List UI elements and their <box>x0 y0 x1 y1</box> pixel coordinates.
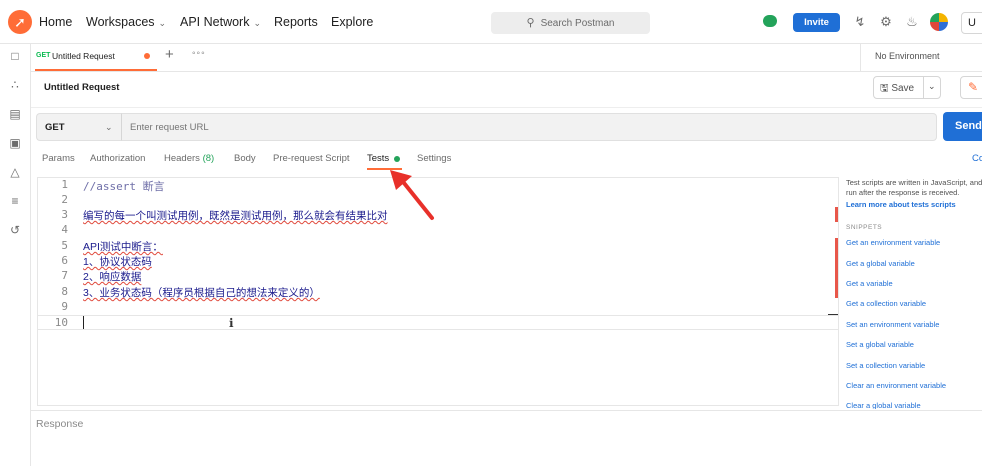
code-line: 2、响应数据 <box>83 271 142 283</box>
line-number: 5 <box>61 239 68 252</box>
error-marker <box>835 207 838 222</box>
tab-body[interactable]: Body <box>234 153 256 164</box>
gear-icon[interactable]: ⚙ <box>878 14 894 30</box>
chevron-down-icon: ⌄ <box>158 18 167 28</box>
postman-logo-icon[interactable]: ➚ <box>8 10 32 34</box>
tab-headers[interactable]: Headers (8) <box>164 153 214 164</box>
tab-tests[interactable]: Tests <box>367 153 389 164</box>
divider <box>31 107 982 108</box>
cookies-link[interactable]: Co <box>972 153 982 164</box>
upgrade-button[interactable]: U <box>961 12 982 34</box>
method-select[interactable]: GET ⌄ <box>36 113 121 141</box>
tab-pre-request-script[interactable]: Pre-request Script <box>273 153 350 164</box>
chevron-down-icon: ⌄ <box>253 18 262 28</box>
environment-select[interactable]: No Environment <box>860 44 982 71</box>
tab-params[interactable]: Params <box>42 153 75 164</box>
cloud-sync-icon[interactable] <box>763 15 777 27</box>
snippet-item[interactable]: Set a collection variable <box>846 361 925 370</box>
history-icon[interactable]: ↺ <box>7 222 23 238</box>
nav-api-network[interactable]: API Network ⌄ <box>180 15 261 29</box>
tab-settings[interactable]: Settings <box>417 153 451 164</box>
line-number: 7 <box>61 269 68 282</box>
line-number: 10 <box>54 316 68 329</box>
chevron-down-icon[interactable]: ⌄ <box>928 81 936 92</box>
code-line: 编写的每一个叫测试用例，既然是测试用例，那么就会有结果比对 <box>83 210 388 222</box>
satellite-icon[interactable]: ↯ <box>852 14 868 30</box>
new-tab-icon[interactable]: + <box>165 46 174 63</box>
collections-icon[interactable]: □ <box>7 48 23 64</box>
line-number: 1 <box>61 178 68 191</box>
chevron-down-icon: ⌄ <box>105 122 113 132</box>
snippets-description: Test scripts are written in JavaScript, … <box>846 178 982 197</box>
tests-status-dot <box>394 156 400 162</box>
apis-icon[interactable]: ∴ <box>7 77 23 93</box>
save-button[interactable]: 🖫 Save ⌄ <box>873 76 941 99</box>
code-line: //assert 断言 <box>83 180 165 193</box>
more-tabs-icon[interactable]: ◦◦◦ <box>192 48 206 59</box>
environments-icon[interactable]: ▤ <box>7 106 23 122</box>
mock-servers-icon[interactable]: ▣ <box>7 135 23 151</box>
line-number: 3 <box>61 208 68 221</box>
headers-count: (8) <box>202 153 215 164</box>
error-marker <box>835 238 838 298</box>
search-bar[interactable]: ⚲ Search Postman <box>491 12 650 34</box>
divider <box>31 410 982 411</box>
snippet-item[interactable]: Set an environment variable <box>846 320 939 329</box>
save-label: 🖫 Save <box>880 83 915 94</box>
line-number: 6 <box>61 254 68 267</box>
url-input[interactable] <box>121 113 937 141</box>
code-line: API测试中断言： <box>83 241 163 253</box>
snippet-item[interactable]: Get a variable <box>846 279 893 288</box>
annotation-arrow-icon <box>390 170 434 220</box>
code-line: 1、协议状态码 <box>83 256 152 268</box>
snippet-item[interactable]: Get a collection variable <box>846 299 926 308</box>
flows-icon[interactable]: ≡ <box>7 193 23 209</box>
unsaved-dot <box>144 53 150 59</box>
snippets-heading: SNIPPETS <box>846 224 883 231</box>
line-number: 9 <box>61 300 68 313</box>
snippet-item[interactable]: Set a global variable <box>846 340 914 349</box>
tab-method: GET <box>36 52 51 59</box>
snippet-item[interactable]: Get a global variable <box>846 259 915 268</box>
request-title[interactable]: Untitled Request <box>44 82 119 93</box>
search-icon: ⚲ <box>526 17 535 29</box>
save-icon: 🖫 <box>880 83 889 94</box>
bell-icon[interactable]: ♨ <box>904 14 920 30</box>
code-line: 3、业务状态码（程序员根据自己的想法来定义的） <box>83 287 320 299</box>
avatar[interactable] <box>930 13 948 31</box>
monitors-icon[interactable]: △ <box>7 164 23 180</box>
tab-authorization[interactable]: Authorization <box>90 153 145 164</box>
line-number: 8 <box>61 285 68 298</box>
response-label: Response <box>36 418 84 430</box>
line-number: 2 <box>61 193 68 206</box>
learn-more-link[interactable]: Learn more about tests scripts <box>846 200 956 209</box>
invite-button[interactable]: Invite <box>793 13 840 32</box>
request-tab[interactable]: GET Untitled Request <box>35 44 157 71</box>
nav-explore[interactable]: Explore <box>331 15 373 29</box>
edit-icon[interactable]: ✎ <box>960 76 982 99</box>
ibeam-cursor-icon: ℹ <box>229 316 234 330</box>
tab-name: Untitled Request <box>52 51 115 61</box>
send-button[interactable]: Send <box>943 112 982 141</box>
snippet-item[interactable]: Clear a global variable <box>846 401 921 409</box>
snippet-item[interactable]: Clear an environment variable <box>846 381 946 390</box>
nav-workspaces[interactable]: Workspaces ⌄ <box>86 15 166 29</box>
line-number: 4 <box>61 223 68 236</box>
scroll-marker <box>828 314 838 315</box>
nav-reports[interactable]: Reports <box>274 15 318 29</box>
text-caret <box>83 316 84 329</box>
method-label: GET <box>45 122 65 133</box>
nav-home[interactable]: Home <box>39 15 72 29</box>
divider <box>923 77 924 98</box>
snippet-item[interactable]: Get an environment variable <box>846 238 940 247</box>
active-line-highlight <box>38 315 838 330</box>
